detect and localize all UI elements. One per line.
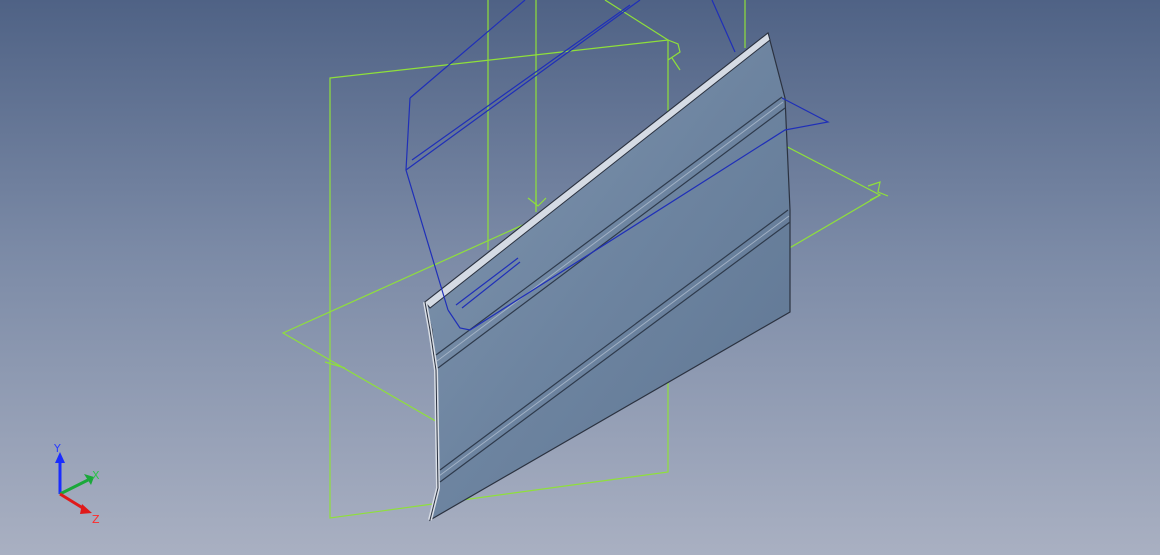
triad-z-arrow-icon (80, 504, 92, 514)
triad-y-label: Y (53, 442, 61, 455)
door-panel-part[interactable] (423, 31, 791, 522)
datum-plane-vertical-handle-icon[interactable] (667, 39, 681, 71)
triad-x-axis (59, 478, 89, 496)
view-triad[interactable]: Y X Z (53, 442, 100, 526)
3d-viewport[interactable]: Y X Z (0, 0, 1160, 555)
triad-x-label: X (92, 469, 100, 482)
model-canvas: Y X Z (53, 0, 889, 526)
triad-z-label: Z (92, 513, 100, 526)
